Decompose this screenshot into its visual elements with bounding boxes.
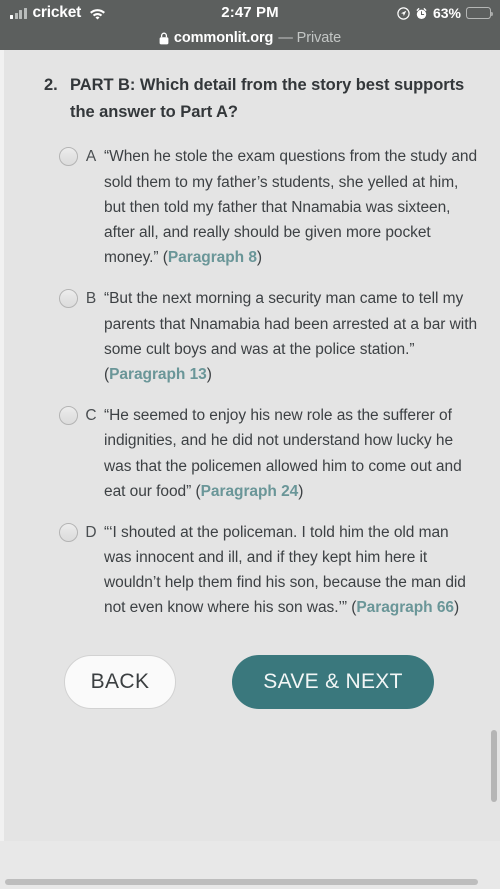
status-bar: cricket 2:47 PM 63% commonlit.org — Priv… (0, 0, 500, 50)
answer-option-c[interactable]: C “He seemed to enjoy his new role as th… (4, 403, 500, 504)
alarm-clock-icon (415, 7, 428, 20)
option-letter: D (85, 523, 97, 541)
status-bar-right: 63% (397, 0, 494, 26)
battery-icon (466, 7, 494, 19)
paragraph-citation-link[interactable]: Paragraph 24 (201, 483, 299, 500)
page-content: 2. PART B: Which detail from the story b… (0, 50, 500, 889)
location-arrow-icon (397, 6, 410, 20)
radio-button-unselected-icon[interactable] (59, 289, 78, 309)
option-quote-close: ) (256, 249, 263, 267)
status-bar-row: cricket 2:47 PM 63% (0, 0, 500, 26)
footer-buttons: BACK SAVE & NEXT (4, 654, 500, 709)
paragraph-citation-link[interactable]: Paragraph 8 (168, 249, 257, 266)
option-text: “‘I shouted at the policeman. I told him… (104, 520, 478, 621)
url-private-label: — Private (278, 30, 342, 46)
answer-options-list: A “When he stole the exam questions from… (4, 144, 500, 620)
paragraph-citation-link[interactable]: Paragraph 66 (356, 599, 454, 616)
page-inner: 2. PART B: Which detail from the story b… (4, 50, 500, 889)
option-letter: B (85, 290, 97, 308)
horizontal-scrollbar[interactable] (4, 879, 494, 886)
option-text: “He seemed to enjoy his new role as the … (104, 403, 478, 504)
phone-screen: cricket 2:47 PM 63% commonlit.org — Priv… (0, 0, 500, 889)
vertical-scrollbar[interactable] (490, 722, 497, 840)
option-quote-close: ) (298, 482, 304, 500)
option-letter: C (85, 407, 97, 425)
question-text: PART B: Which detail from the story best… (70, 76, 465, 121)
radio-button-unselected-icon[interactable] (59, 522, 78, 542)
option-text: “But the next morning a security man cam… (104, 286, 478, 387)
radio-button-unselected-icon[interactable] (59, 147, 78, 167)
answer-option-b[interactable]: B “But the next morning a security man c… (4, 286, 500, 387)
url-bar[interactable]: commonlit.org — Private (0, 26, 500, 50)
option-quote-close: ) (206, 365, 212, 383)
paragraph-citation-link[interactable]: Paragraph 13 (109, 366, 207, 383)
answer-option-d[interactable]: D “‘I shouted at the policeman. I told h… (4, 520, 500, 621)
option-quote-close: ) (453, 599, 460, 617)
vertical-scrollbar-thumb[interactable] (491, 730, 497, 802)
option-quote: “When he stole the exam questions from t… (104, 148, 478, 267)
question-block: 2. PART B: Which detail from the story b… (44, 72, 474, 125)
question-number: 2. (44, 76, 58, 94)
radio-button-unselected-icon[interactable] (59, 406, 78, 426)
url-host: commonlit.org (173, 30, 274, 46)
lock-icon (159, 32, 169, 45)
save-and-next-button[interactable]: SAVE & NEXT (232, 654, 434, 709)
battery-percent-label: 63% (432, 5, 461, 21)
option-letter: A (85, 148, 97, 166)
option-text: “When he stole the exam questions from t… (104, 144, 478, 270)
answer-option-a[interactable]: A “When he stole the exam questions from… (4, 144, 500, 270)
back-button[interactable]: BACK (64, 654, 176, 709)
horizontal-scrollbar-thumb[interactable] (5, 879, 478, 885)
